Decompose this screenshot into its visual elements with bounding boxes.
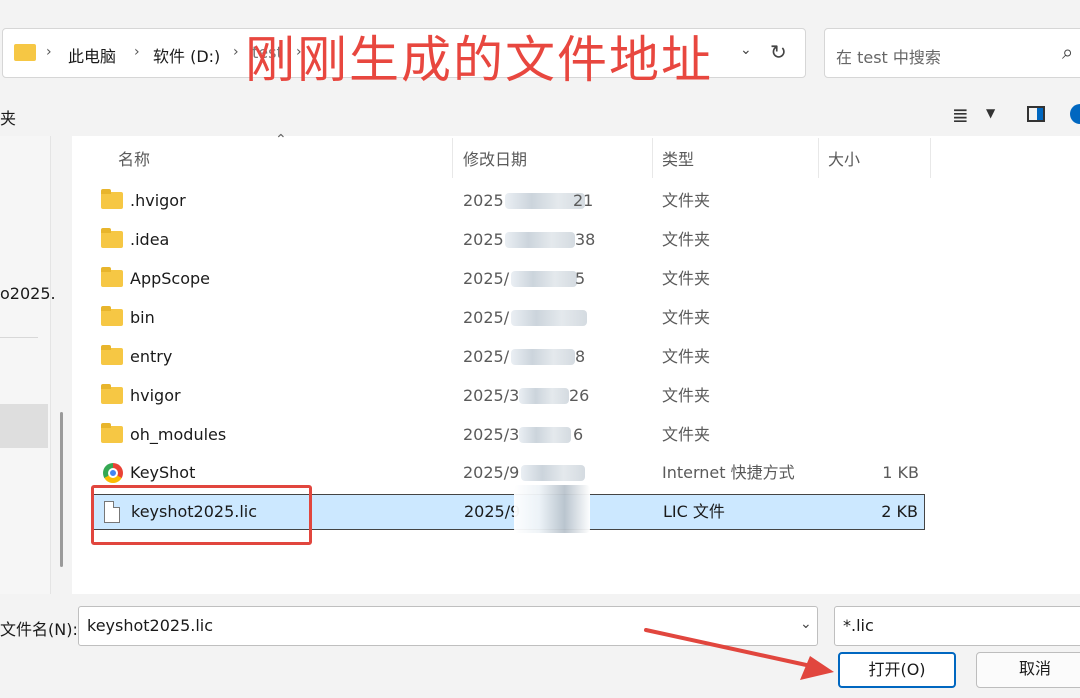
file-name: .hvigor <box>130 191 186 210</box>
folder-icon <box>101 267 123 287</box>
file-date-prefix: 2025 <box>463 191 504 210</box>
folder-icon <box>101 345 123 365</box>
breadcrumb-this-pc[interactable]: 此电脑 <box>68 43 116 67</box>
nav-item-label[interactable]: o2025. <box>0 284 56 303</box>
file-type: 文件夹 <box>662 425 711 444</box>
file-type: 文件夹 <box>662 308 711 327</box>
open-button[interactable]: 打开(O) <box>838 652 956 688</box>
redacted-date <box>521 465 585 481</box>
address-dropdown-chevron-icon[interactable]: ⌄ <box>740 42 752 58</box>
breadcrumb-drive-d[interactable]: 软件 (D:) <box>153 43 220 67</box>
redacted-date <box>519 388 569 404</box>
file-date-suffix: 5 <box>575 269 586 288</box>
nav-divider <box>0 337 38 338</box>
annotation-arrow-icon <box>644 628 834 680</box>
column-divider[interactable] <box>452 138 453 178</box>
nav-scrollbar[interactable] <box>60 412 63 567</box>
refresh-icon[interactable]: ↻ <box>770 40 787 64</box>
breadcrumb-separator-icon: › <box>46 44 52 60</box>
file-name: bin <box>130 308 155 327</box>
file-row[interactable]: entry 2025/ 8 文件夹 <box>93 339 925 375</box>
filetype-select[interactable]: *.lic <box>834 606 1080 646</box>
file-row[interactable]: bin 2025/ 文件夹 <box>93 300 925 336</box>
redacted-date <box>514 485 590 533</box>
column-header-date[interactable]: 修改日期 <box>463 146 527 170</box>
breadcrumb-separator-icon: › <box>233 44 239 60</box>
file-type: 文件夹 <box>662 230 711 249</box>
file-row[interactable]: oh_modules 2025/3 6 文件夹 <box>93 417 925 453</box>
column-divider[interactable] <box>818 138 819 178</box>
file-type: 文件夹 <box>662 386 711 405</box>
file-date-prefix: 2025/9 <box>463 463 520 482</box>
toolbar <box>0 96 1080 136</box>
redacted-date <box>511 349 575 365</box>
file-name: .idea <box>130 230 170 249</box>
file-date-prefix: 2025/ <box>463 347 510 366</box>
redacted-date <box>511 271 577 287</box>
folder-icon <box>101 423 123 443</box>
file-date-suffix: 21 <box>573 191 594 210</box>
file-name: AppScope <box>130 269 210 288</box>
file-date-suffix: 26 <box>569 386 590 405</box>
sort-ascending-chevron-icon: ⌃ <box>275 132 287 148</box>
file-date-suffix: 6 <box>573 425 584 444</box>
nav-item-selected[interactable] <box>0 404 48 448</box>
file-type: 文件夹 <box>662 347 711 366</box>
folder-icon <box>101 228 123 248</box>
folder-icon <box>14 44 36 61</box>
file-date-prefix: 2025/3 <box>463 425 520 444</box>
view-options-icon[interactable]: ≣ <box>952 103 969 127</box>
column-divider[interactable] <box>652 138 653 178</box>
file-row[interactable]: .hvigor 2025 21 文件夹 <box>93 183 925 219</box>
new-folder-label[interactable]: 夹 <box>0 105 16 129</box>
column-header-name[interactable]: 名称 <box>118 146 150 170</box>
redacted-date <box>511 310 587 326</box>
column-divider[interactable] <box>930 138 931 178</box>
file-name: oh_modules <box>130 425 227 444</box>
column-header-type[interactable]: 类型 <box>662 146 694 170</box>
annotation-highlight-box <box>91 485 312 545</box>
file-row[interactable]: AppScope 2025/ 5 文件夹 <box>93 261 925 297</box>
file-type: Internet 快捷方式 <box>662 463 795 482</box>
search-input[interactable]: 在 test 中搜索 <box>836 44 941 68</box>
annotation-label: 刚刚生成的文件地址 <box>245 31 713 89</box>
file-row[interactable]: hvigor 2025/3 26 文件夹 <box>93 378 925 414</box>
redacted-date <box>519 427 571 443</box>
file-date-prefix: 2025/ <box>463 269 510 288</box>
file-date-prefix: 2025 <box>463 230 504 249</box>
file-date-prefix: 2025/ <box>463 308 510 327</box>
file-date-suffix: 38 <box>575 230 596 249</box>
breadcrumb-separator-icon: › <box>134 44 140 60</box>
file-date-prefix: 2025/3 <box>463 386 520 405</box>
chrome-shortcut-icon <box>103 463 123 483</box>
navigation-pane <box>0 136 51 594</box>
file-name: entry <box>130 347 173 366</box>
filename-label: 文件名(N): <box>0 620 78 639</box>
file-row[interactable]: .idea 2025 38 文件夹 <box>93 222 925 258</box>
folder-icon <box>101 384 123 404</box>
column-header-size[interactable]: 大小 <box>828 146 860 170</box>
file-type: LIC 文件 <box>663 502 725 521</box>
file-date-prefix: 2025/9 <box>464 502 521 521</box>
file-name: hvigor <box>130 386 181 405</box>
preview-pane-icon[interactable] <box>1027 106 1045 122</box>
folder-icon <box>101 306 123 326</box>
view-dropdown-chevron-icon[interactable]: ▼ <box>986 106 995 120</box>
search-icon[interactable]: ⌕ <box>1062 40 1073 64</box>
cancel-button[interactable]: 取消 <box>976 652 1080 688</box>
file-size: 1 KB <box>882 463 919 482</box>
file-type: 文件夹 <box>662 191 711 210</box>
redacted-date <box>505 232 575 248</box>
folder-icon <box>101 189 123 209</box>
file-size: 2 KB <box>881 502 918 521</box>
file-date-suffix: 8 <box>575 347 586 366</box>
file-type: 文件夹 <box>662 269 711 288</box>
